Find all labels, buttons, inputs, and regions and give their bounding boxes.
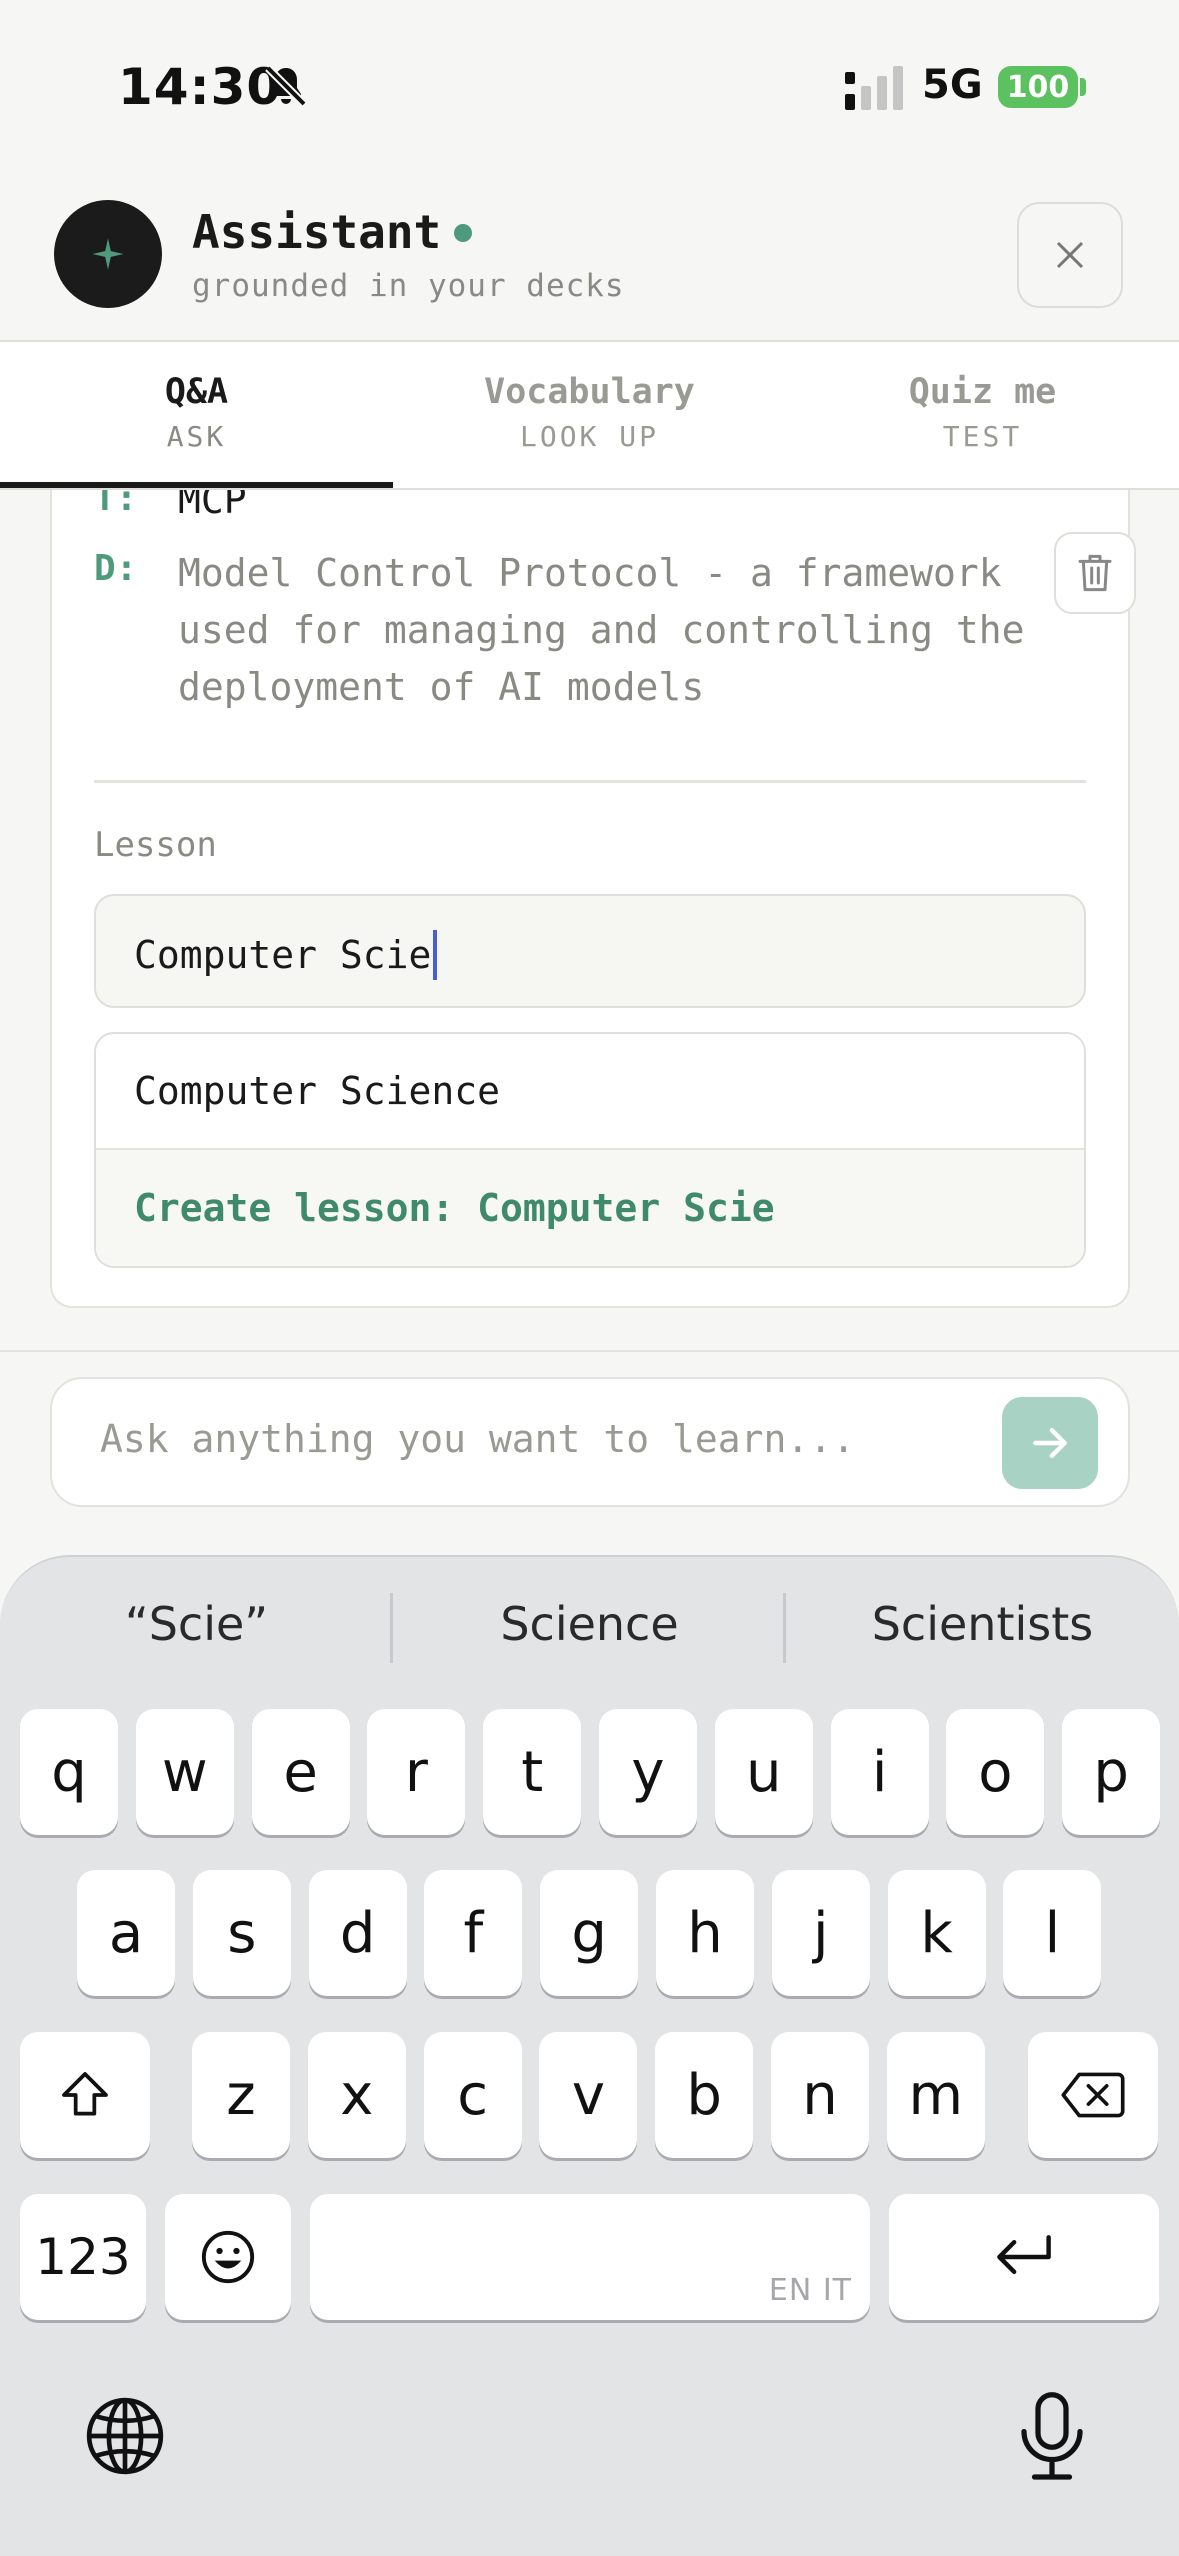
tab-label: Q&A bbox=[164, 372, 229, 412]
key-n[interactable]: n bbox=[771, 2032, 869, 2158]
key-v[interactable]: v bbox=[539, 2032, 638, 2158]
lesson-input-text: Computer Scie bbox=[134, 933, 432, 977]
shift-icon bbox=[62, 2072, 108, 2116]
numbers-key[interactable]: 123 bbox=[20, 2194, 146, 2320]
shift-key[interactable] bbox=[20, 2032, 150, 2158]
close-button[interactable] bbox=[1017, 202, 1123, 308]
suggestion-create-lesson[interactable]: Create lesson: Computer Scie bbox=[96, 1150, 1084, 1266]
definition-key: D: bbox=[94, 548, 138, 589]
lesson-input[interactable]: Computer Scie bbox=[94, 894, 1086, 1008]
key-u[interactable]: u bbox=[714, 1709, 813, 1835]
return-key[interactable] bbox=[889, 2194, 1159, 2320]
space-key[interactable]: EN IT bbox=[310, 2194, 870, 2320]
sparkle-icon bbox=[92, 238, 124, 270]
key-y[interactable]: y bbox=[599, 1709, 697, 1835]
key-x[interactable]: x bbox=[307, 2032, 406, 2158]
signal-icon bbox=[845, 66, 903, 110]
tab-qa[interactable]: Q&A ASK bbox=[0, 342, 393, 490]
microphone-icon[interactable] bbox=[1010, 2389, 1094, 2481]
key-w[interactable]: w bbox=[135, 1709, 234, 1835]
definition-text: Model Control Protocol - a framework use… bbox=[178, 551, 1025, 709]
onscreen-keyboard: “Scie” Science Scientists qwertyuiop asd… bbox=[0, 1555, 1179, 2556]
key-j[interactable]: j bbox=[771, 1870, 870, 1996]
key-g[interactable]: g bbox=[540, 1870, 639, 1996]
backspace-icon bbox=[1061, 2072, 1125, 2118]
key-f[interactable]: f bbox=[424, 1870, 523, 1996]
lesson-suggestions: Computer Science Create lesson: Computer… bbox=[94, 1032, 1086, 1268]
globe-icon[interactable] bbox=[82, 2393, 168, 2479]
keyboard-suggestion[interactable]: Scientists bbox=[786, 1597, 1179, 1651]
battery-indicator: 100 bbox=[998, 66, 1078, 108]
arrow-right-icon bbox=[1033, 1427, 1067, 1459]
key-z[interactable]: z bbox=[192, 2032, 290, 2158]
key-d[interactable]: d bbox=[308, 1870, 407, 1996]
key-s[interactable]: s bbox=[192, 1870, 291, 1996]
key-o[interactable]: o bbox=[946, 1709, 1045, 1835]
active-tab-indicator bbox=[0, 482, 393, 488]
lesson-input-value: Computer Scie bbox=[134, 930, 438, 980]
lesson-label: Lesson bbox=[94, 825, 217, 865]
page-subtitle: grounded in your decks bbox=[192, 268, 625, 304]
key-c[interactable]: c bbox=[423, 2032, 522, 2158]
tab-label: Vocabulary bbox=[484, 372, 695, 412]
close-icon bbox=[1056, 241, 1084, 269]
status-time: 14:30 bbox=[118, 58, 283, 116]
keyboard-suggestion[interactable]: “Scie” bbox=[0, 1597, 393, 1651]
key-h[interactable]: h bbox=[656, 1870, 754, 1996]
key-i[interactable]: i bbox=[830, 1709, 929, 1835]
assistant-avatar bbox=[54, 200, 162, 308]
key-r[interactable]: r bbox=[367, 1709, 466, 1835]
online-status-dot bbox=[454, 224, 472, 242]
key-b[interactable]: b bbox=[655, 2032, 754, 2158]
backspace-key[interactable] bbox=[1028, 2032, 1158, 2158]
ask-divider bbox=[0, 1350, 1179, 1352]
return-icon bbox=[997, 2235, 1051, 2274]
emoji-icon bbox=[201, 2230, 255, 2284]
ask-placeholder: Ask anything you want to learn... bbox=[100, 1417, 855, 1461]
key-k[interactable]: k bbox=[887, 1870, 986, 1996]
term-key: T: bbox=[94, 490, 138, 519]
card-divider bbox=[94, 780, 1086, 783]
keyboard-suggestion[interactable]: Science bbox=[393, 1597, 786, 1651]
key-p[interactable]: p bbox=[1062, 1709, 1161, 1835]
tab-label: Quiz me bbox=[908, 372, 1057, 412]
key-m[interactable]: m bbox=[886, 2032, 985, 2158]
tab-quiz[interactable]: Quiz me TEST bbox=[786, 342, 1179, 490]
trash-icon bbox=[1078, 554, 1112, 592]
tab-sublabel: TEST bbox=[942, 420, 1023, 453]
network-type: 5G bbox=[922, 62, 983, 108]
ask-input[interactable]: Ask anything you want to learn... bbox=[50, 1377, 1130, 1507]
emoji-key[interactable] bbox=[165, 2194, 291, 2320]
bell-muted-icon bbox=[265, 65, 307, 107]
term-value: MCP bbox=[178, 490, 247, 522]
key-t[interactable]: t bbox=[483, 1709, 582, 1835]
tab-vocabulary[interactable]: Vocabulary LOOK UP bbox=[393, 342, 786, 490]
key-l[interactable]: l bbox=[1003, 1870, 1102, 1996]
delete-button[interactable] bbox=[1054, 532, 1136, 614]
key-e[interactable]: e bbox=[251, 1709, 350, 1835]
tab-sublabel: ASK bbox=[166, 420, 227, 453]
key-a[interactable]: a bbox=[77, 1870, 175, 1996]
tab-sublabel: LOOK UP bbox=[519, 420, 659, 453]
page-title: Assistant bbox=[192, 205, 442, 259]
scroll-area[interactable]: T: MCP D: Model Control Protocol - a fra… bbox=[0, 490, 1179, 1350]
battery-tip bbox=[1080, 78, 1086, 96]
status-bar: 14:30 5G 100 bbox=[0, 0, 1179, 170]
suggestion-existing-lesson[interactable]: Computer Science bbox=[96, 1034, 1084, 1150]
key-q[interactable]: q bbox=[20, 1709, 118, 1835]
text-caret bbox=[433, 930, 438, 980]
send-button[interactable] bbox=[1002, 1397, 1098, 1489]
keyboard-language-tag: EN IT bbox=[768, 2273, 852, 2308]
mode-tabs: Q&A ASK Vocabulary LOOK UP Quiz me TEST bbox=[0, 340, 1179, 490]
